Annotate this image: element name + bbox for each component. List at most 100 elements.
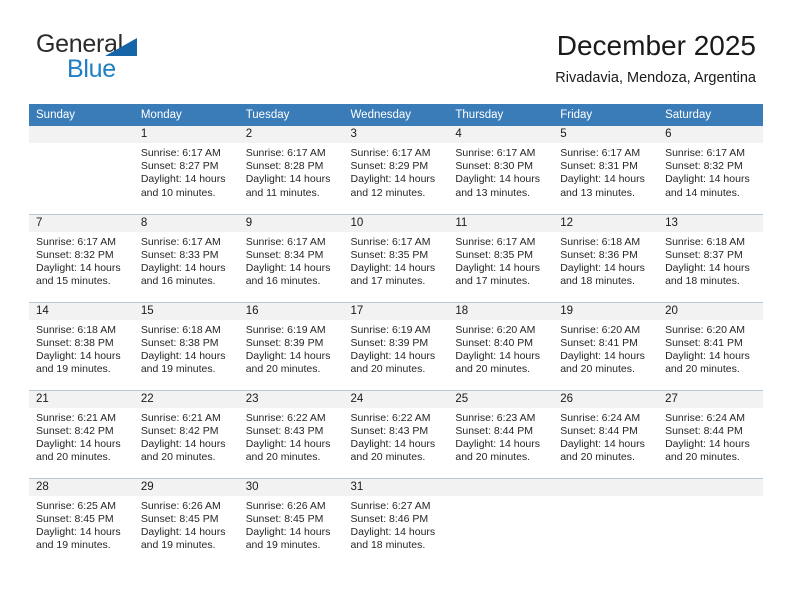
day-details: Sunrise: 6:17 AM Sunset: 8:35 PM Daylight:… — [448, 232, 553, 289]
daylight-duration-line1: Daylight: 14 hours — [140, 261, 226, 274]
calendar-day-cell[interactable]: 10 Sunrise: 6:17 AM Sunset: 8:35 PM Dayligh… — [343, 213, 449, 302]
daylight-duration-line2: and 20 minutes. — [245, 363, 321, 376]
calendar-day-cell-empty — [448, 477, 554, 567]
calendar-day-cell[interactable]: 1 Sunrise: 6:17 AM Sunset: 8:27 PM Daylight… — [133, 126, 239, 214]
daylight-duration-line2: and 13 minutes. — [560, 186, 635, 199]
calendar-day-cell[interactable]: 20 Sunrise: 6:20 AM Sunset: 8:41 PM Dayligh… — [658, 301, 763, 390]
calendar-day-cell[interactable]: 26 Sunrise: 6:24 AM Sunset: 8:44 PM Dayligh… — [553, 389, 659, 478]
sunset-time: Sunset: 8:36 PM — [560, 248, 638, 261]
daylight-duration-line1: Daylight: 14 hours — [140, 349, 226, 362]
calendar-week-row: 14 Sunrise: 6:18 AM Sunset: 8:38 PM Dayligh… — [29, 301, 763, 390]
day-number: 19 — [553, 302, 659, 320]
day-details: Sunrise: 6:23 AM Sunset: 8:44 PM Daylight:… — [448, 408, 553, 465]
weekday-header-row: Sunday Monday Tuesday Wednesday Thursday… — [29, 104, 763, 126]
calendar-day-cell[interactable]: 13 Sunrise: 6:18 AM Sunset: 8:37 PM Dayligh… — [658, 213, 763, 302]
calendar-day-cell[interactable]: 18 Sunrise: 6:20 AM Sunset: 8:40 PM Dayligh… — [448, 301, 554, 390]
day-number: 30 — [238, 478, 344, 496]
calendar-day-cell-empty — [658, 477, 763, 566]
day-number: 24 — [343, 390, 449, 408]
calendar-day-cell[interactable]: 14 Sunrise: 6:18 AM Sunset: 8:38 PM Dayligh… — [29, 301, 134, 390]
day-number: 29 — [133, 478, 239, 496]
calendar-day-cell[interactable]: 4 Sunrise: 6:17 AM Sunset: 8:30 PM Daylight… — [448, 126, 554, 214]
sunrise-time: Sunrise: 6:17 AM — [140, 147, 221, 159]
daylight-duration-line2: and 18 minutes. — [665, 275, 740, 288]
daylight-duration-line1: Daylight: 14 hours — [140, 173, 226, 186]
sunrise-time: Sunrise: 6:18 AM — [36, 323, 116, 336]
day-number: 20 — [658, 302, 763, 320]
day-number: 21 — [29, 390, 134, 408]
calendar-day-cell[interactable]: 23 Sunrise: 6:22 AM Sunset: 8:43 PM Dayligh… — [238, 389, 344, 478]
sunset-time: Sunset: 8:39 PM — [350, 336, 429, 349]
day-details: Sunrise: 6:17 AM Sunset: 8:30 PM Daylight:… — [448, 143, 553, 200]
day-cell-inner — [448, 478, 554, 567]
sunrise-time: Sunrise: 6:22 AM — [350, 411, 431, 424]
daylight-duration-line1: Daylight: 14 hours — [455, 437, 541, 450]
day-cell-inner: 17 Sunrise: 6:19 AM Sunset: 8:39 PM Dayligh… — [343, 302, 449, 390]
daylight-duration-line1: Daylight: 14 hours — [455, 261, 541, 274]
sunrise-time: Sunrise: 6:17 AM — [560, 147, 641, 159]
daylight-duration-line2: and 20 minutes. — [665, 451, 740, 464]
general-blue-logo[interactable]: General Blue — [36, 30, 236, 86]
daylight-duration-line1: Daylight: 14 hours — [245, 349, 331, 362]
calendar-day-cell[interactable]: 25 Sunrise: 6:23 AM Sunset: 8:44 PM Dayligh… — [448, 389, 554, 478]
calendar-day-cell[interactable]: 9 Sunrise: 6:17 AM Sunset: 8:34 PM Daylight… — [238, 213, 344, 302]
daylight-duration-line2: and 19 minutes. — [36, 363, 111, 376]
day-details: Sunrise: 6:22 AM Sunset: 8:43 PM Daylight:… — [239, 408, 344, 465]
sunset-time: Sunset: 8:43 PM — [245, 424, 324, 437]
calendar-week-row: 1 Sunrise: 6:17 AM Sunset: 8:27 PM Daylight… — [29, 126, 763, 214]
calendar-day-cell[interactable]: 6 Sunrise: 6:17 AM Sunset: 8:32 PM Daylight… — [658, 126, 763, 214]
sunset-time: Sunset: 8:35 PM — [455, 248, 534, 261]
day-details: Sunrise: 6:17 AM Sunset: 8:28 PM Daylight:… — [239, 143, 344, 200]
calendar-day-cell[interactable]: 12 Sunrise: 6:18 AM Sunset: 8:36 PM Dayligh… — [553, 213, 659, 302]
calendar-day-cell[interactable]: 21 Sunrise: 6:21 AM Sunset: 8:42 PM Dayligh… — [29, 389, 134, 478]
sunrise-time: Sunrise: 6:17 AM — [455, 235, 536, 248]
sunset-time: Sunset: 8:28 PM — [245, 160, 324, 173]
calendar-day-cell[interactable]: 16 Sunrise: 6:19 AM Sunset: 8:39 PM Dayligh… — [238, 301, 344, 390]
sunset-time: Sunset: 8:41 PM — [560, 336, 638, 349]
calendar-day-cell[interactable]: 5 Sunrise: 6:17 AM Sunset: 8:31 PM Daylight… — [553, 126, 659, 214]
day-cell-inner: 2 Sunrise: 6:17 AM Sunset: 8:28 PM Daylight… — [238, 126, 344, 214]
sunset-time: Sunset: 8:44 PM — [560, 424, 638, 437]
calendar-day-cell[interactable]: 8 Sunrise: 6:17 AM Sunset: 8:33 PM Daylight… — [133, 213, 239, 302]
calendar-day-cell[interactable]: 17 Sunrise: 6:19 AM Sunset: 8:39 PM Dayligh… — [343, 301, 449, 390]
day-number: 3 — [343, 126, 449, 143]
calendar-day-cell[interactable]: 30 Sunrise: 6:26 AM Sunset: 8:45 PM Dayligh… — [238, 477, 344, 566]
daylight-duration-line2: and 20 minutes. — [245, 451, 321, 464]
calendar-day-cell[interactable]: 2 Sunrise: 6:17 AM Sunset: 8:28 PM Daylight… — [238, 126, 344, 214]
sunrise-time: Sunrise: 6:17 AM — [350, 147, 431, 159]
daylight-duration-line1: Daylight: 14 hours — [36, 437, 121, 450]
sunset-time: Sunset: 8:29 PM — [350, 160, 429, 173]
calendar-body: 1 Sunrise: 6:17 AM Sunset: 8:27 PM Daylight… — [29, 126, 763, 566]
day-details: Sunrise: 6:26 AM Sunset: 8:45 PM Daylight:… — [239, 496, 344, 553]
calendar-day-cell[interactable]: 11 Sunrise: 6:17 AM Sunset: 8:35 PM Dayligh… — [448, 213, 554, 302]
day-details: Sunrise: 6:17 AM Sunset: 8:27 PM Daylight:… — [134, 143, 239, 200]
day-number: 22 — [133, 390, 239, 408]
calendar-day-cell[interactable]: 19 Sunrise: 6:20 AM Sunset: 8:41 PM Dayligh… — [553, 301, 659, 390]
sunset-time: Sunset: 8:43 PM — [350, 424, 429, 437]
sunset-time: Sunset: 8:46 PM — [350, 512, 429, 525]
day-number: 1 — [133, 126, 239, 143]
calendar-day-cell[interactable]: 7 Sunrise: 6:17 AM Sunset: 8:32 PM Daylight… — [29, 213, 134, 302]
daylight-duration-line1: Daylight: 14 hours — [665, 173, 750, 186]
calendar-day-cell[interactable]: 3 Sunrise: 6:17 AM Sunset: 8:29 PM Daylight… — [343, 126, 449, 214]
calendar-day-cell[interactable]: 27 Sunrise: 6:24 AM Sunset: 8:44 PM Dayligh… — [658, 389, 763, 478]
sunset-time: Sunset: 8:32 PM — [665, 160, 743, 173]
daylight-duration-line1: Daylight: 14 hours — [245, 261, 331, 274]
calendar-day-cell[interactable]: 15 Sunrise: 6:18 AM Sunset: 8:38 PM Dayligh… — [133, 301, 239, 390]
day-number: 14 — [29, 302, 134, 320]
calendar-day-cell[interactable]: 24 Sunrise: 6:22 AM Sunset: 8:43 PM Dayligh… — [343, 389, 449, 478]
sunset-time: Sunset: 8:45 PM — [140, 512, 219, 525]
calendar-day-cell[interactable]: 28 Sunrise: 6:25 AM Sunset: 8:45 PM Dayligh… — [29, 477, 134, 566]
sunset-time: Sunset: 8:35 PM — [350, 248, 429, 261]
sunset-time: Sunset: 8:33 PM — [140, 248, 219, 261]
daylight-duration-line2: and 17 minutes. — [350, 275, 426, 288]
day-cell-inner: 8 Sunrise: 6:17 AM Sunset: 8:33 PM Daylight… — [133, 214, 239, 302]
day-number: 15 — [133, 302, 239, 320]
daylight-duration-line1: Daylight: 14 hours — [560, 349, 645, 362]
calendar-day-cell[interactable]: 22 Sunrise: 6:21 AM Sunset: 8:42 PM Dayligh… — [133, 389, 239, 478]
calendar-day-cell[interactable]: 29 Sunrise: 6:26 AM Sunset: 8:45 PM Dayligh… — [133, 477, 239, 566]
sunrise-time: Sunrise: 6:21 AM — [140, 411, 221, 424]
day-details: Sunrise: 6:17 AM Sunset: 8:33 PM Daylight:… — [134, 232, 239, 289]
calendar-day-cell[interactable]: 31 Sunrise: 6:27 AM Sunset: 8:46 PM Dayligh… — [343, 477, 449, 566]
weekday-header-sunday: Sunday — [29, 104, 134, 126]
